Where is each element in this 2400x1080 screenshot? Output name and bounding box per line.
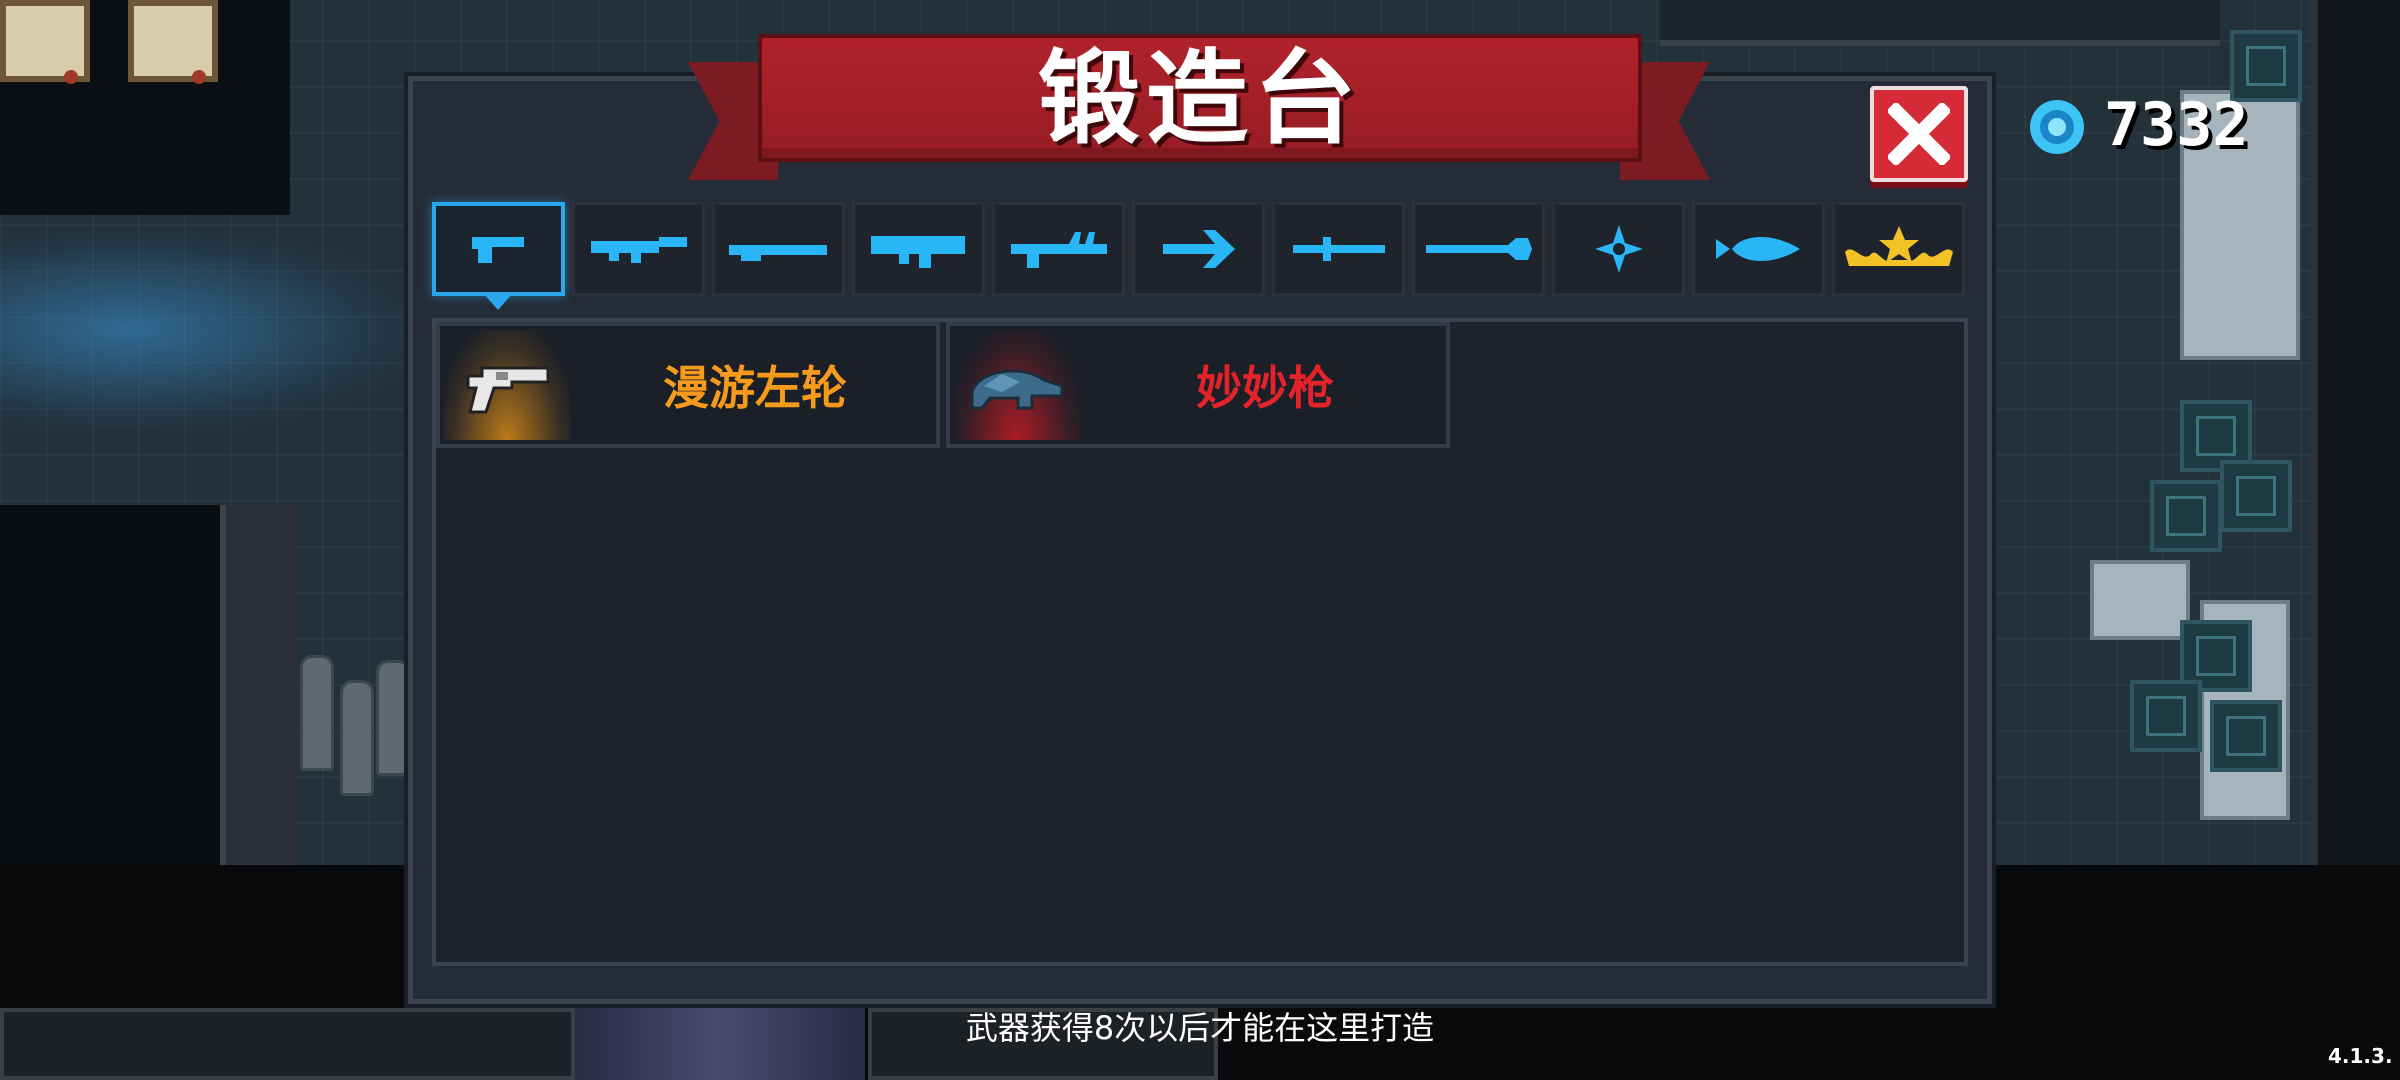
portal-glow xyxy=(575,1005,865,1080)
rocket-launcher-icon xyxy=(870,236,965,268)
tab-shotgun[interactable] xyxy=(712,202,845,296)
weapon-card[interactable]: 漫游左轮 xyxy=(436,322,940,448)
tab-bow[interactable] xyxy=(1132,202,1265,296)
tab-laser-rifle[interactable] xyxy=(992,202,1125,296)
wall-machinery xyxy=(1660,0,2220,46)
selected-tab-indicator xyxy=(484,294,512,310)
pistol-icon xyxy=(471,237,524,263)
wall-poster xyxy=(128,0,218,84)
revolver-icon xyxy=(466,366,550,414)
supply-crate xyxy=(2130,680,2202,752)
bow-icon xyxy=(1162,230,1235,268)
forge-title: 锻造台 xyxy=(1038,39,1362,159)
wall-pillar xyxy=(220,505,296,865)
dark-doorway xyxy=(0,505,225,865)
wall-poster xyxy=(0,0,90,84)
supply-crate xyxy=(2210,700,2282,772)
right-wall xyxy=(2310,0,2400,870)
assault-rifle-icon xyxy=(590,237,687,263)
weapon-name: 妙妙枪 xyxy=(1196,361,1334,415)
tab-fish[interactable] xyxy=(1692,202,1825,296)
turtle-gun-icon xyxy=(970,369,1064,410)
bottom-wall-segment xyxy=(0,1008,575,1080)
weapon-card[interactable]: 妙妙枪 xyxy=(946,322,1450,448)
gas-tank xyxy=(340,680,374,796)
close-button[interactable] xyxy=(1870,86,1968,182)
tab-pistol[interactable] xyxy=(432,202,565,296)
supply-crate xyxy=(2220,460,2292,532)
sword-icon xyxy=(1292,237,1385,261)
laser-rifle-icon xyxy=(1010,232,1107,268)
tab-spear[interactable] xyxy=(1412,202,1545,296)
tab-special[interactable] xyxy=(1832,202,1965,296)
tab-sword[interactable] xyxy=(1272,202,1405,296)
gem-count: 7332 xyxy=(2104,90,2249,160)
shuriken-icon xyxy=(1594,225,1643,273)
lab-machine xyxy=(2090,560,2190,640)
shotgun-icon xyxy=(728,245,827,261)
spear-icon xyxy=(1425,238,1532,260)
fish-icon xyxy=(1715,237,1800,261)
close-icon xyxy=(1888,103,1950,165)
weapon-category-tabs xyxy=(428,202,1972,308)
gas-tank xyxy=(300,655,334,771)
supply-crate xyxy=(2150,480,2222,552)
crown-special-icon xyxy=(1844,226,1953,266)
tab-rocket-launcher[interactable] xyxy=(852,202,985,296)
weapon-name: 漫游左轮 xyxy=(663,361,847,415)
gem-icon xyxy=(2030,100,2084,154)
tab-shuriken[interactable] xyxy=(1552,202,1685,296)
tab-assault-rifle[interactable] xyxy=(572,202,705,296)
gas-tank xyxy=(376,660,410,776)
blue-light-glow xyxy=(0,230,420,430)
version-label: 4.1.3. xyxy=(2328,1044,2393,1068)
forge-hint: 武器获得8次以后才能在这里打造 xyxy=(965,1009,1435,1047)
